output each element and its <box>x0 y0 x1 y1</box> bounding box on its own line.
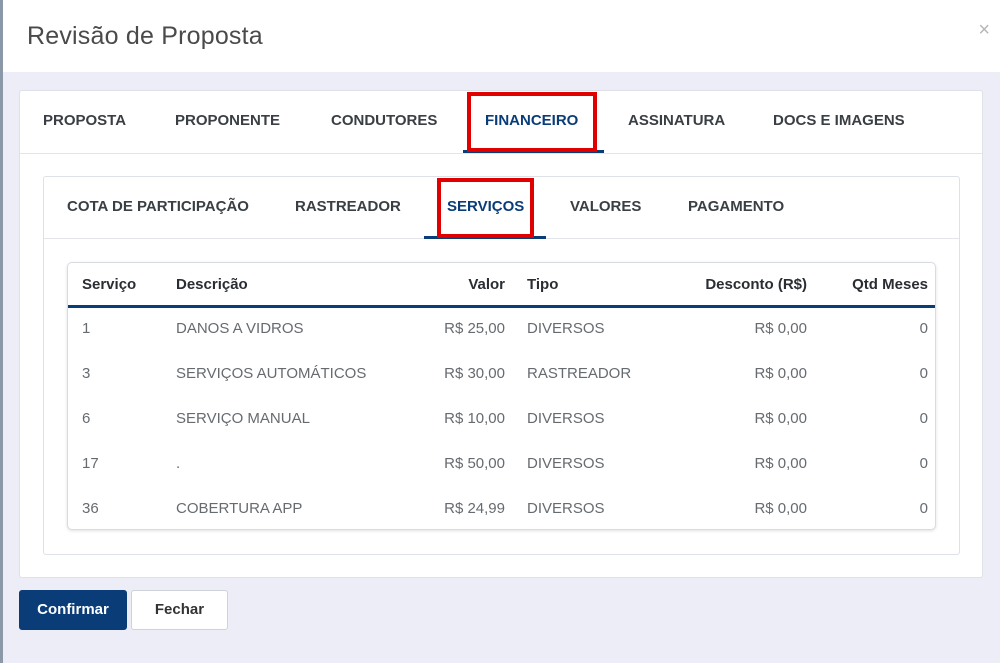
column-header-descricao[interactable]: Descrição <box>176 276 248 293</box>
main-panel: PROPOSTA PROPONENTE CONDUTORES FINANCEIR… <box>19 90 983 578</box>
cell-qtd-meses: 0 <box>919 320 928 337</box>
confirm-button[interactable]: Confirmar <box>19 590 127 630</box>
cell-valor: R$ 10,00 <box>444 410 505 427</box>
cell-descricao: SERVIÇO MANUAL <box>176 410 310 427</box>
column-header-servico[interactable]: Serviço <box>82 276 136 293</box>
modal-header: Revisão de Proposta × <box>3 0 1000 72</box>
cell-qtd-meses: 0 <box>919 500 928 517</box>
subtab-servicos[interactable]: SERVIÇOS <box>424 177 546 239</box>
subtab-pagamento[interactable]: PAGAMENTO <box>688 177 784 239</box>
cell-tipo: RASTREADOR <box>527 365 632 382</box>
financeiro-panel: COTA DE PARTICIPAÇÃO RASTREADOR SERVIÇOS… <box>43 176 960 555</box>
cell-servico: 6 <box>82 410 91 427</box>
cell-tipo: DIVERSOS <box>527 500 605 517</box>
cell-servico: 36 <box>82 500 99 517</box>
cell-servico: 3 <box>82 365 91 382</box>
tab-assinatura[interactable]: ASSINATURA <box>628 91 725 153</box>
cell-servico: 1 <box>82 320 91 337</box>
close-button[interactable]: Fechar <box>131 590 228 630</box>
cell-valor: R$ 24,99 <box>444 500 505 517</box>
close-icon[interactable]: × <box>978 20 990 40</box>
sub-tabbar: COTA DE PARTICIPAÇÃO RASTREADOR SERVIÇOS… <box>44 177 959 239</box>
cell-desconto: R$ 0,00 <box>754 410 807 427</box>
cell-qtd-meses: 0 <box>919 455 928 472</box>
cell-valor: R$ 25,00 <box>444 320 505 337</box>
cell-servico: 17 <box>82 455 99 472</box>
tab-financeiro[interactable]: FINANCEIRO <box>463 91 604 153</box>
column-header-tipo[interactable]: Tipo <box>527 276 558 293</box>
table-row[interactable]: 17 . R$ 50,00 DIVERSOS R$ 0,00 0 <box>68 443 935 488</box>
cell-tipo: DIVERSOS <box>527 410 605 427</box>
table-row[interactable]: 6 SERVIÇO MANUAL R$ 10,00 DIVERSOS R$ 0,… <box>68 398 935 443</box>
cell-descricao: COBERTURA APP <box>176 500 303 517</box>
background-edge <box>0 0 3 663</box>
table-row[interactable]: 36 COBERTURA APP R$ 24,99 DIVERSOS R$ 0,… <box>68 488 935 533</box>
cell-descricao: . <box>176 455 181 472</box>
cell-tipo: DIVERSOS <box>527 320 605 337</box>
subtab-rastreador[interactable]: RASTREADOR <box>295 177 401 239</box>
table-row[interactable]: 1 DANOS A VIDROS R$ 25,00 DIVERSOS R$ 0,… <box>68 308 935 353</box>
subtab-valores[interactable]: VALORES <box>570 177 641 239</box>
cell-desconto: R$ 0,00 <box>754 455 807 472</box>
column-header-valor[interactable]: Valor <box>405 276 505 293</box>
table-header: Serviço Descrição Valor Tipo Desconto (R… <box>68 263 935 308</box>
cell-desconto: R$ 0,00 <box>754 320 807 337</box>
cell-tipo: DIVERSOS <box>527 455 605 472</box>
main-tabbar: PROPOSTA PROPONENTE CONDUTORES FINANCEIR… <box>20 91 982 154</box>
cell-valor: R$ 50,00 <box>444 455 505 472</box>
subtab-cota-de-participacao[interactable]: COTA DE PARTICIPAÇÃO <box>67 177 249 239</box>
cell-descricao: DANOS A VIDROS <box>176 320 304 337</box>
column-header-desconto[interactable]: Desconto (R$) <box>657 276 807 293</box>
tab-proposta[interactable]: PROPOSTA <box>43 91 126 153</box>
cell-descricao: SERVIÇOS AUTOMÁTICOS <box>176 365 367 382</box>
table-row[interactable]: 3 SERVIÇOS AUTOMÁTICOS R$ 30,00 RASTREAD… <box>68 353 935 398</box>
tab-proponente[interactable]: PROPONENTE <box>175 91 280 153</box>
cell-desconto: R$ 0,00 <box>754 500 807 517</box>
tab-condutores[interactable]: CONDUTORES <box>331 91 437 153</box>
column-header-qtd-meses[interactable]: Qtd Meses <box>828 276 928 293</box>
modal-title: Revisão de Proposta <box>27 22 263 50</box>
cell-valor: R$ 30,00 <box>444 365 505 382</box>
tab-docs-e-imagens[interactable]: DOCS E IMAGENS <box>773 91 905 153</box>
cell-qtd-meses: 0 <box>919 365 928 382</box>
cell-desconto: R$ 0,00 <box>754 365 807 382</box>
services-table: Serviço Descrição Valor Tipo Desconto (R… <box>67 262 936 530</box>
cell-qtd-meses: 0 <box>919 410 928 427</box>
